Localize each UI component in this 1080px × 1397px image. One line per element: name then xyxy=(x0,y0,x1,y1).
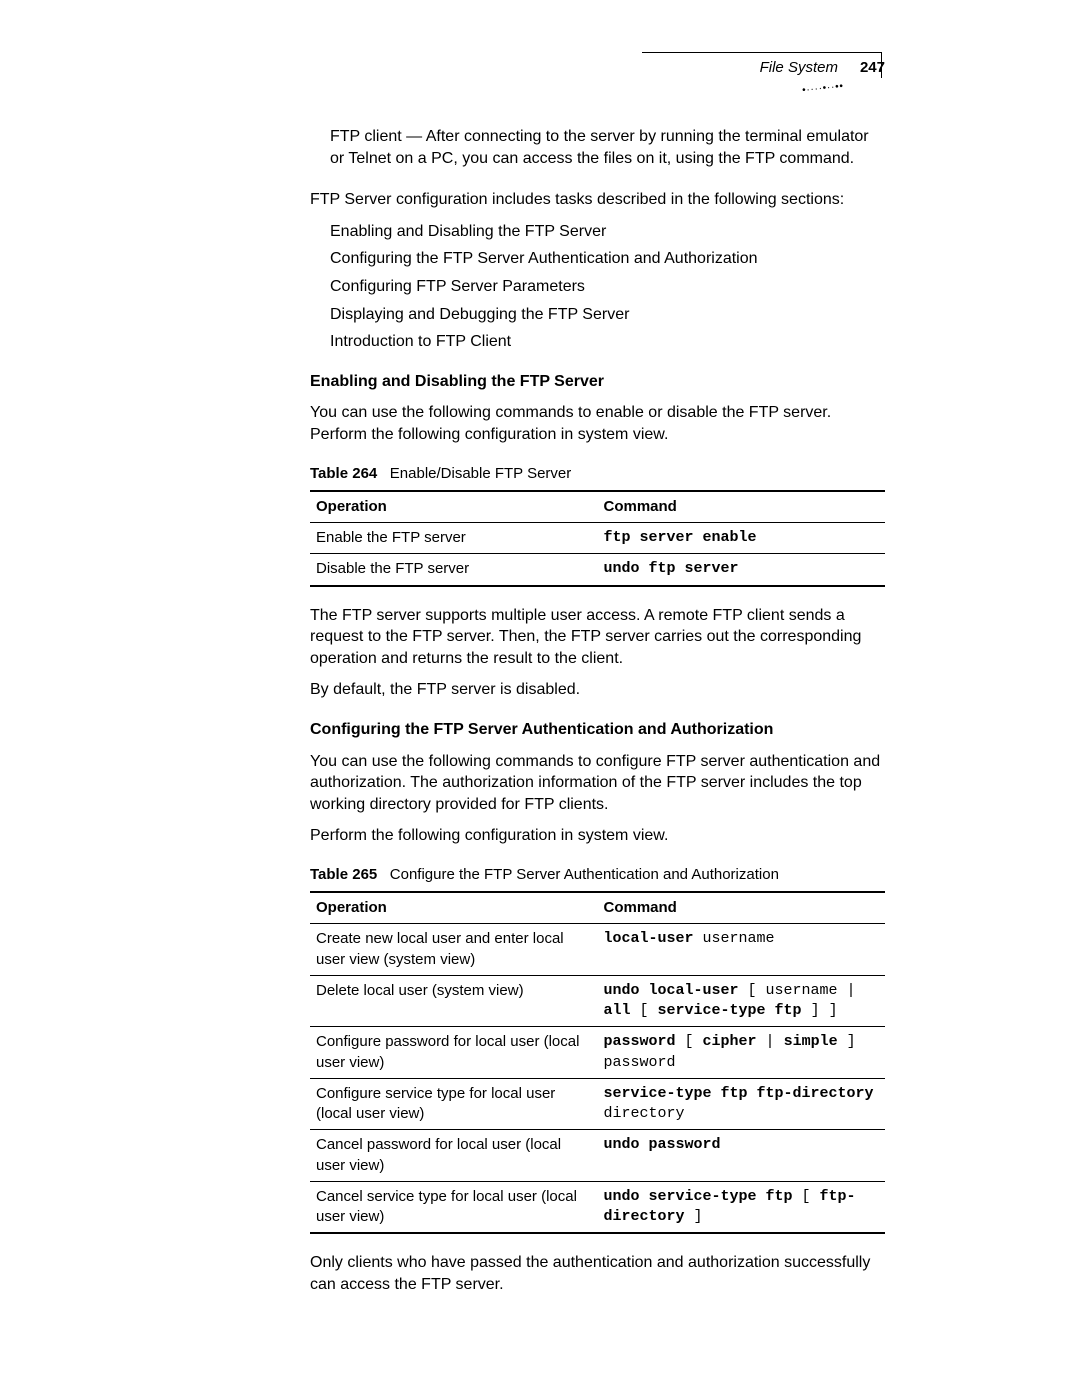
table-row: Create new local user and enter local us… xyxy=(310,924,885,976)
table-row: Delete local user (system view) undo loc… xyxy=(310,975,885,1027)
table-header-command: Command xyxy=(598,491,886,523)
list-item: Enabling and Disabling the FTP Server xyxy=(330,221,885,243)
list-item: Configuring the FTP Server Authenticatio… xyxy=(330,248,885,270)
table-caption: Table 265 Configure the FTP Server Authe… xyxy=(310,865,885,885)
table-title: Configure the FTP Server Authentication … xyxy=(390,866,779,883)
section-list: Enabling and Disabling the FTP Server Co… xyxy=(330,221,885,353)
table-264: Operation Command Enable the FTP server … xyxy=(310,490,885,587)
cmd-keyword: ftp server enable xyxy=(604,529,757,546)
page: File System 247 • · · · · • · · • • FTP … xyxy=(0,0,1080,1397)
cmd-keyword: undo service-type ftp xyxy=(604,1188,793,1205)
cell-operation: Cancel password for local user (local us… xyxy=(310,1130,598,1182)
paragraph: Perform the following configuration in s… xyxy=(310,825,885,847)
cmd-text: | xyxy=(757,1033,784,1050)
cell-command: undo password xyxy=(598,1130,886,1182)
cmd-keyword: local-user xyxy=(604,930,694,947)
list-item: Introduction to FTP Client xyxy=(330,331,885,353)
table-row: Disable the FTP server undo ftp server xyxy=(310,554,885,586)
table-header-operation: Operation xyxy=(310,491,598,523)
cell-command: ftp server enable xyxy=(598,523,886,554)
table-row: Cancel password for local user (local us… xyxy=(310,1130,885,1182)
list-item: Configuring FTP Server Parameters xyxy=(330,276,885,298)
cell-operation: Enable the FTP server xyxy=(310,523,598,554)
cmd-text: [ xyxy=(676,1033,703,1050)
cell-command: undo ftp server xyxy=(598,554,886,586)
cmd-keyword: service-type ftp ftp-directory xyxy=(604,1085,874,1102)
cell-command: password [ cipher | simple ] password xyxy=(598,1027,886,1079)
cell-operation: Configure service type for local user (l… xyxy=(310,1078,598,1130)
header-section: File System xyxy=(760,58,838,78)
cmd-keyword: undo password xyxy=(604,1136,721,1153)
cmd-text: username xyxy=(694,930,775,947)
cmd-text: ] xyxy=(685,1208,703,1225)
cmd-keyword: service-type ftp xyxy=(658,1002,802,1019)
table-row: Enable the FTP server ftp server enable xyxy=(310,523,885,554)
cell-operation: Cancel service type for local user (loca… xyxy=(310,1181,598,1233)
cmd-text: [ xyxy=(631,1002,658,1019)
cell-command: service-type ftp ftp-directory directory xyxy=(598,1078,886,1130)
table-title: Enable/Disable FTP Server xyxy=(390,465,571,482)
cell-operation: Configure password for local user (local… xyxy=(310,1027,598,1079)
cmd-keyword: undo local-user xyxy=(604,982,739,999)
cmd-text: [ xyxy=(793,1188,820,1205)
cell-operation: Disable the FTP server xyxy=(310,554,598,586)
cell-operation: Delete local user (system view) xyxy=(310,975,598,1027)
cmd-text: directory xyxy=(604,1105,685,1122)
table-row: Cancel service type for local user (loca… xyxy=(310,1181,885,1233)
table-header-operation: Operation xyxy=(310,892,598,924)
cmd-keyword: password xyxy=(604,1033,676,1050)
paragraph: You can use the following commands to co… xyxy=(310,751,885,816)
page-content: FTP client — After connecting to the ser… xyxy=(310,126,885,1296)
table-row: Configure service type for local user (l… xyxy=(310,1078,885,1130)
paragraph: You can use the following commands to en… xyxy=(310,402,885,445)
paragraph: The FTP server supports multiple user ac… xyxy=(310,605,885,670)
page-header: File System 247 xyxy=(760,58,885,78)
cmd-keyword: all xyxy=(604,1002,631,1019)
section-heading: Configuring the FTP Server Authenticatio… xyxy=(310,719,885,741)
table-265: Operation Command Create new local user … xyxy=(310,891,885,1234)
cmd-keyword: cipher xyxy=(703,1033,757,1050)
paragraph: Only clients who have passed the authent… xyxy=(310,1252,885,1295)
cmd-text: ] ] xyxy=(802,1002,838,1019)
table-caption: Table 264 Enable/Disable FTP Server xyxy=(310,464,885,484)
cell-command: local-user username xyxy=(598,924,886,976)
header-rule xyxy=(642,52,882,53)
list-item: Displaying and Debugging the FTP Server xyxy=(330,304,885,326)
table-label: Table 264 xyxy=(310,465,377,482)
page-number: 247 xyxy=(860,58,885,78)
cmd-text: [ username | xyxy=(739,982,856,999)
table-label: Table 265 xyxy=(310,866,377,883)
paragraph: FTP client — After connecting to the ser… xyxy=(330,126,885,169)
paragraph: By default, the FTP server is disabled. xyxy=(310,679,885,701)
cell-operation: Create new local user and enter local us… xyxy=(310,924,598,976)
dotted-curve-icon: • · · · · • · · • • xyxy=(802,80,843,98)
cmd-keyword: simple xyxy=(784,1033,838,1050)
cell-command: undo service-type ftp [ ftp-directory ] xyxy=(598,1181,886,1233)
paragraph: FTP Server configuration includes tasks … xyxy=(310,189,885,211)
table-row: Configure password for local user (local… xyxy=(310,1027,885,1079)
table-header-command: Command xyxy=(598,892,886,924)
section-heading: Enabling and Disabling the FTP Server xyxy=(310,371,885,393)
cmd-keyword: undo ftp server xyxy=(604,560,739,577)
cell-command: undo local-user [ username | all [ servi… xyxy=(598,975,886,1027)
